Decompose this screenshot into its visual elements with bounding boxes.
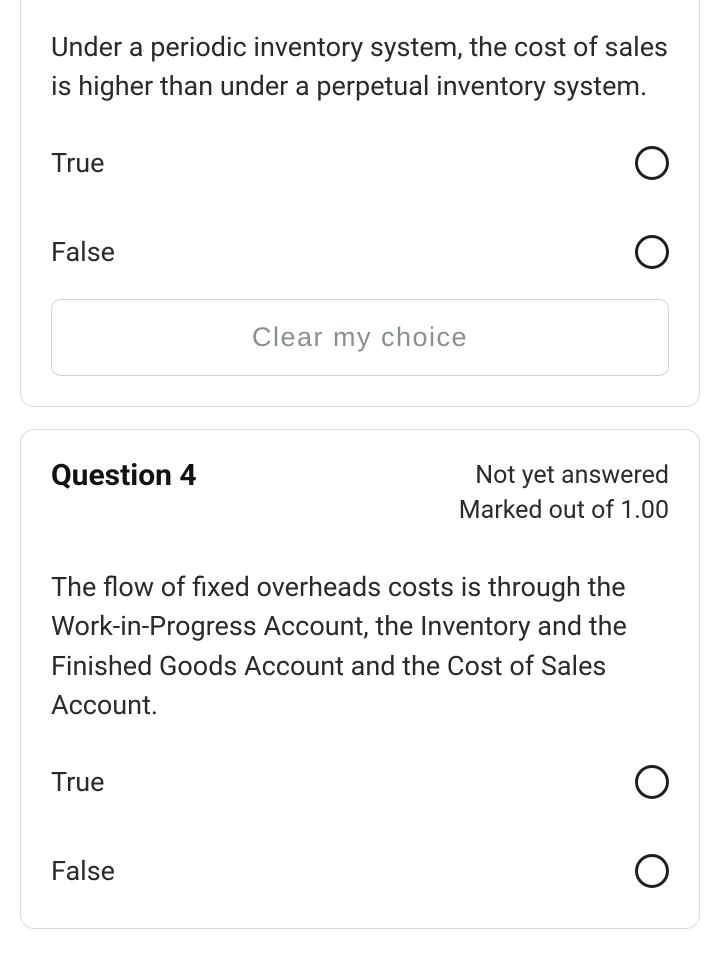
question-header: Question 4 Not yet answered Marked out o… bbox=[51, 458, 669, 528]
question-card: Question 4 Not yet answered Marked out o… bbox=[20, 429, 700, 929]
option-true[interactable]: True bbox=[51, 146, 669, 180]
option-false[interactable]: False bbox=[51, 854, 669, 888]
option-label: True bbox=[51, 147, 104, 179]
radio-icon bbox=[635, 765, 669, 799]
option-label: False bbox=[51, 236, 115, 268]
quiz-page: Under a periodic inventory system, the c… bbox=[0, 0, 720, 929]
question-number: Question 4 bbox=[51, 458, 197, 493]
question-prompt: The flow of fixed overheads costs is thr… bbox=[51, 568, 669, 725]
option-label: True bbox=[51, 766, 104, 798]
question-prompt: Under a periodic inventory system, the c… bbox=[51, 28, 669, 106]
question-marks: Marked out of 1.00 bbox=[459, 493, 669, 528]
question-body: Question 4 Not yet answered Marked out o… bbox=[21, 430, 699, 928]
option-false[interactable]: False bbox=[51, 235, 669, 269]
radio-icon bbox=[635, 854, 669, 888]
question-body: Under a periodic inventory system, the c… bbox=[21, 0, 699, 406]
option-true[interactable]: True bbox=[51, 765, 669, 799]
question-status: Not yet answered bbox=[459, 458, 669, 493]
question-card: Under a periodic inventory system, the c… bbox=[20, 0, 700, 407]
question-meta: Not yet answered Marked out of 1.00 bbox=[459, 458, 669, 528]
radio-icon bbox=[635, 146, 669, 180]
radio-icon bbox=[635, 235, 669, 269]
clear-choice-button[interactable]: Clear my choice bbox=[51, 299, 669, 376]
option-label: False bbox=[51, 855, 115, 887]
